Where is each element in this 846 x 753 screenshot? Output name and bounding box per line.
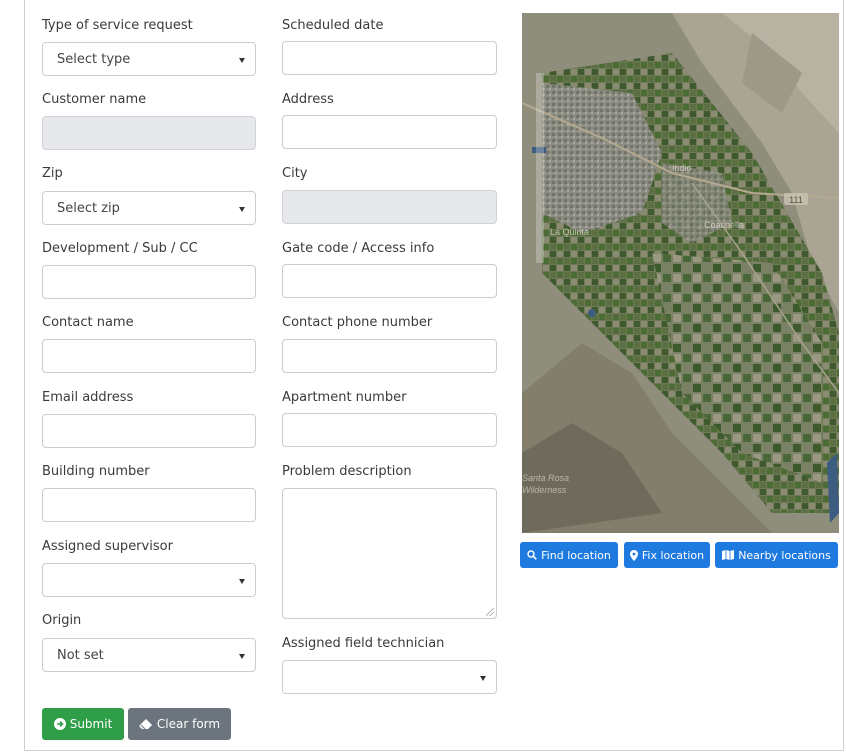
chevron-down-icon xyxy=(239,579,245,584)
resize-handle-icon[interactable] xyxy=(486,608,494,616)
city-field[interactable] xyxy=(282,190,497,224)
map-marker-icon xyxy=(629,549,638,561)
chevron-down-icon xyxy=(239,207,245,212)
clear-form-label: Clear form xyxy=(156,717,221,731)
problem-label: Problem description xyxy=(282,464,412,479)
chevron-down-icon xyxy=(239,654,245,659)
scheduled-date-field[interactable] xyxy=(282,41,497,75)
map-label-santa-rosa: Santa Rosa xyxy=(522,473,569,483)
map-label-la-quinta: La Quinta xyxy=(550,227,589,237)
service-type-value: Select type xyxy=(57,52,131,67)
service-type-label: Type of service request xyxy=(42,18,193,33)
map-route-label: 111 xyxy=(789,195,803,205)
map-icon xyxy=(722,550,735,560)
city-label: City xyxy=(282,166,308,181)
building-field[interactable] xyxy=(42,488,256,522)
technician-label: Assigned field technician xyxy=(282,636,445,651)
find-location-label: Find location xyxy=(541,548,611,562)
gate-code-label: Gate code / Access info xyxy=(282,241,435,256)
address-label: Address xyxy=(282,92,334,107)
development-field[interactable] xyxy=(42,265,256,299)
gate-code-field[interactable] xyxy=(282,264,497,298)
map-imagery: 111 Indio Coachella La Quinta Santa Rosa… xyxy=(522,13,839,533)
find-location-button[interactable]: Find location xyxy=(520,542,618,568)
contact-name-field[interactable] xyxy=(42,339,256,373)
chevron-down-icon xyxy=(239,58,245,63)
problem-area-wrap xyxy=(282,488,497,619)
address-field[interactable] xyxy=(282,115,497,149)
zip-select[interactable]: Select zip xyxy=(42,191,256,225)
arrow-circle-right-icon xyxy=(53,718,66,730)
origin-value: Not set xyxy=(57,648,104,663)
building-label: Building number xyxy=(42,464,150,479)
satellite-map[interactable]: 111 Indio Coachella La Quinta Santa Rosa… xyxy=(522,13,839,533)
contact-phone-label: Contact phone number xyxy=(282,315,433,330)
chevron-down-icon xyxy=(480,676,486,681)
nearby-locations-label: Nearby locations xyxy=(738,548,831,562)
map-label-coachella: Coachella xyxy=(704,220,744,230)
origin-label: Origin xyxy=(42,613,82,628)
problem-textarea[interactable] xyxy=(282,488,497,619)
scheduled-date-label: Scheduled date xyxy=(282,18,384,33)
apartment-field[interactable] xyxy=(282,413,497,447)
submit-button[interactable]: Submit xyxy=(42,708,124,740)
map-label-indio: Indio xyxy=(672,163,692,173)
eraser-icon xyxy=(138,718,153,730)
email-label: Email address xyxy=(42,390,134,405)
contact-phone-field[interactable] xyxy=(282,339,497,373)
zip-value: Select zip xyxy=(57,201,120,216)
clear-form-button[interactable]: Clear form xyxy=(128,708,231,740)
zip-label: Zip xyxy=(42,166,63,181)
customer-name-field[interactable] xyxy=(42,116,256,150)
service-type-select[interactable]: Select type xyxy=(42,42,256,76)
supervisor-select[interactable] xyxy=(42,563,256,597)
technician-select[interactable] xyxy=(282,660,497,694)
supervisor-label: Assigned supervisor xyxy=(42,539,173,554)
fix-location-button[interactable]: Fix location xyxy=(624,542,710,568)
map-label-wilderness: Wilderness xyxy=(522,485,567,495)
fix-location-label: Fix location xyxy=(641,548,705,562)
email-field[interactable] xyxy=(42,414,256,448)
customer-name-label: Customer name xyxy=(42,92,147,107)
submit-label: Submit xyxy=(69,717,113,731)
apartment-label: Apartment number xyxy=(282,390,407,405)
search-location-icon xyxy=(527,550,538,560)
nearby-locations-button[interactable]: Nearby locations xyxy=(715,542,838,568)
origin-select[interactable]: Not set xyxy=(42,638,256,672)
development-label: Development / Sub / CC xyxy=(42,241,198,256)
contact-name-label: Contact name xyxy=(42,315,134,330)
